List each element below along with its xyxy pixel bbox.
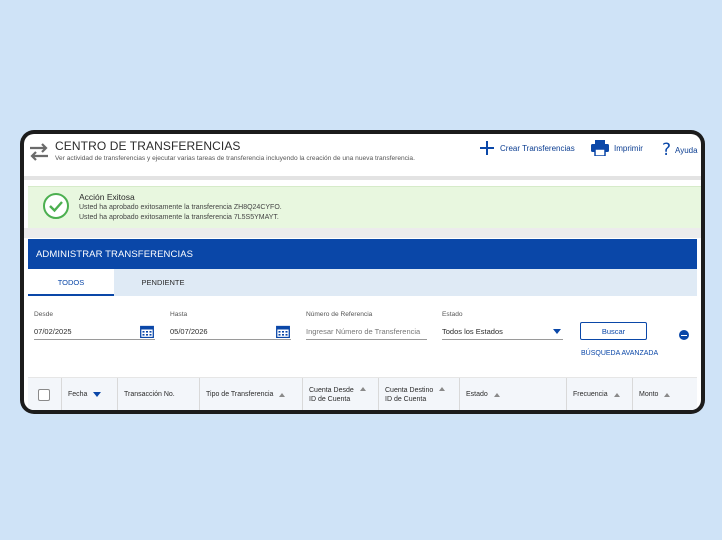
create-transfer-label: Crear Transferencias <box>500 143 575 153</box>
column-label-main: Cuenta Destino <box>385 386 434 394</box>
estado-label: Estado <box>442 311 463 318</box>
device-frame: CENTRO DE TRANSFERENCIAS Ver actividad d… <box>20 130 705 414</box>
minus-circle-icon[interactable] <box>679 330 689 340</box>
estado-value: Todos los Estados <box>442 327 503 336</box>
alert-message: Usted ha aprobado exitosamente la transf… <box>79 204 282 211</box>
select-all-checkbox[interactable] <box>38 389 50 401</box>
success-alert: Acción Exitosa Usted ha aprobado exitosa… <box>28 186 701 228</box>
search-button[interactable]: Buscar <box>580 322 647 340</box>
referencia-input[interactable]: Ingresar Número de Transferencia <box>306 324 427 340</box>
column-label: Monto <box>639 391 659 398</box>
header-divider <box>24 176 701 180</box>
check-circle-icon <box>43 193 69 219</box>
column-label: Tipo de Transferencia <box>206 391 274 398</box>
page-subtitle: Ver actividad de transferencias y ejecut… <box>55 155 415 162</box>
question-mark-icon: ? <box>662 140 672 160</box>
tab-bar: TODOS PENDIENTE <box>28 269 697 296</box>
column-tipo[interactable]: Tipo de Transferencia <box>199 378 302 410</box>
column-cuenta-destino[interactable]: Cuenta Destino ID de Cuenta <box>378 378 459 410</box>
column-monto[interactable]: Monto <box>632 378 697 410</box>
calendar-icon[interactable] <box>276 325 290 338</box>
print-label: Imprimir <box>614 143 643 153</box>
chevron-down-icon <box>553 329 561 334</box>
column-label: Transacción No. <box>124 391 175 398</box>
alert-message: Usted ha aprobado exitosamente la transf… <box>79 214 279 221</box>
column-transaccion[interactable]: Transacción No. <box>117 378 199 410</box>
plus-icon <box>480 141 494 155</box>
sort-icon <box>279 392 286 397</box>
column-label: Frecuencia <box>573 391 608 398</box>
column-label-sub: ID de Cuenta <box>385 395 427 403</box>
desde-label: Desde <box>34 311 54 318</box>
referencia-label: Número de Referencia <box>306 311 373 318</box>
column-label: Cuenta Desde ID de Cuenta <box>309 386 354 404</box>
tab-pendiente[interactable]: PENDIENTE <box>128 269 198 296</box>
column-estado[interactable]: Estado <box>459 378 566 410</box>
estado-select[interactable]: Todos los Estados <box>442 324 563 340</box>
desde-value: 07/02/2025 <box>34 327 72 336</box>
tab-todos[interactable]: TODOS <box>28 269 114 296</box>
help-label: Ayuda <box>675 145 698 155</box>
hasta-label: Hasta <box>170 311 188 318</box>
sort-icon <box>664 392 671 397</box>
section-title-bar: ADMINISTRAR TRANSFERENCIAS <box>28 239 697 269</box>
column-label-sub: ID de Cuenta <box>309 395 351 403</box>
column-frecuencia[interactable]: Frecuencia <box>566 378 632 410</box>
hasta-date-input[interactable]: 05/07/2026 <box>170 324 291 340</box>
sort-icon <box>613 392 620 397</box>
column-label: Estado <box>466 391 488 398</box>
column-fecha[interactable]: Fecha <box>61 378 117 410</box>
column-label-main: Cuenta Desde <box>309 386 354 394</box>
column-label: Fecha <box>68 391 88 398</box>
sort-desc-icon <box>93 392 102 397</box>
section-spacer <box>24 228 701 238</box>
help-button[interactable]: ? Ayuda <box>662 140 698 160</box>
transfer-arrows-icon <box>30 143 48 161</box>
alert-title: Acción Exitosa <box>79 192 135 202</box>
sort-icon <box>439 387 446 391</box>
hasta-value: 05/07/2026 <box>170 327 208 336</box>
column-label: Cuenta Destino ID de Cuenta <box>385 386 433 404</box>
app-screen: CENTRO DE TRANSFERENCIAS Ver actividad d… <box>24 134 701 410</box>
print-button[interactable]: Imprimir <box>591 140 643 156</box>
page-title: CENTRO DE TRANSFERENCIAS <box>55 139 241 153</box>
printer-icon <box>591 140 609 156</box>
calendar-icon[interactable] <box>140 325 154 338</box>
sort-icon <box>493 392 500 397</box>
sort-icon <box>359 387 366 391</box>
advanced-search-link[interactable]: BÚSQUEDA AVANZADA <box>581 350 658 357</box>
page-header: CENTRO DE TRANSFERENCIAS Ver actividad d… <box>24 134 701 176</box>
desde-date-input[interactable]: 07/02/2025 <box>34 324 155 340</box>
table-header: Fecha Transacción No. Tipo de Transferen… <box>28 377 697 410</box>
create-transfer-button[interactable]: Crear Transferencias <box>479 140 575 156</box>
column-cuenta-desde[interactable]: Cuenta Desde ID de Cuenta <box>302 378 378 410</box>
